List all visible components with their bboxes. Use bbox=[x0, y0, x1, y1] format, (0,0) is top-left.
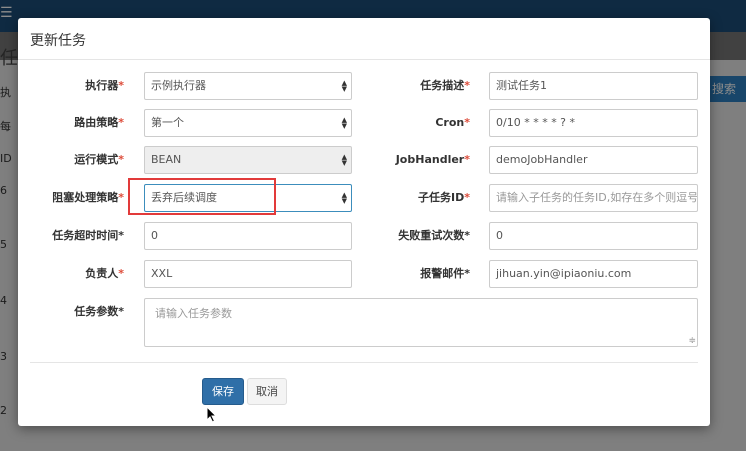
job-handler-input[interactable]: demoJobHandler bbox=[489, 146, 698, 174]
child-job-id-input[interactable]: 请输入子任务的任务ID,如存在多个则逗号 bbox=[489, 184, 698, 212]
select-arrows-icon: ▲ ▼ bbox=[341, 79, 347, 93]
alarm-email-label: 报警邮件* bbox=[420, 267, 470, 280]
timeout-label: 任务超时时间* bbox=[52, 229, 124, 242]
owner-input[interactable]: XXL bbox=[144, 260, 352, 288]
update-task-modal: 更新任务 执行器* 示例执行器 ▲ ▼ 任务描述* 测试任务1 路由策略* 第一个… bbox=[18, 18, 710, 426]
resize-grip-icon[interactable]: ≑ bbox=[688, 337, 696, 346]
modal-footer-divider bbox=[30, 362, 698, 363]
select-arrows-icon: ▲ ▼ bbox=[341, 153, 347, 167]
executor-select[interactable]: 示例执行器 ▲ ▼ bbox=[144, 72, 352, 100]
mouse-cursor-icon bbox=[206, 406, 218, 423]
child-job-id-label: 子任务ID* bbox=[418, 191, 470, 204]
alarm-email-input[interactable]: jihuan.yin@ipiaoniu.com bbox=[489, 260, 698, 288]
description-input[interactable]: 测试任务1 bbox=[489, 72, 698, 100]
modal-header: 更新任务 bbox=[18, 18, 710, 60]
owner-label: 负责人* bbox=[85, 267, 124, 280]
description-label: 任务描述* bbox=[420, 79, 470, 92]
cancel-button[interactable]: 取消 bbox=[247, 378, 287, 405]
run-mode-label: 运行模式* bbox=[74, 153, 124, 166]
cron-input[interactable]: 0/10 * * * * ? * bbox=[489, 109, 698, 137]
save-button[interactable]: 保存 bbox=[202, 378, 244, 405]
executor-label: 执行器* bbox=[85, 79, 124, 92]
highlight-annotation-box bbox=[128, 178, 276, 215]
job-handler-label: JobHandler* bbox=[395, 153, 470, 166]
params-label: 任务参数* bbox=[74, 305, 124, 318]
modal-title: 更新任务 bbox=[30, 33, 86, 49]
run-mode-select[interactable]: BEAN ▲ ▼ bbox=[144, 146, 352, 174]
select-arrows-icon: ▲ ▼ bbox=[341, 191, 347, 205]
block-strategy-label: 阻塞处理策略* bbox=[52, 191, 124, 204]
retry-count-input[interactable]: 0 bbox=[489, 222, 698, 250]
cron-label: Cron* bbox=[435, 116, 470, 129]
timeout-input[interactable]: 0 bbox=[144, 222, 352, 250]
route-strategy-label: 路由策略* bbox=[74, 116, 124, 129]
params-textarea[interactable]: 请输入任务参数 ≑ bbox=[144, 298, 698, 347]
route-strategy-select[interactable]: 第一个 ▲ ▼ bbox=[144, 109, 352, 137]
select-arrows-icon: ▲ ▼ bbox=[341, 116, 347, 130]
retry-count-label: 失败重试次数* bbox=[398, 229, 470, 242]
